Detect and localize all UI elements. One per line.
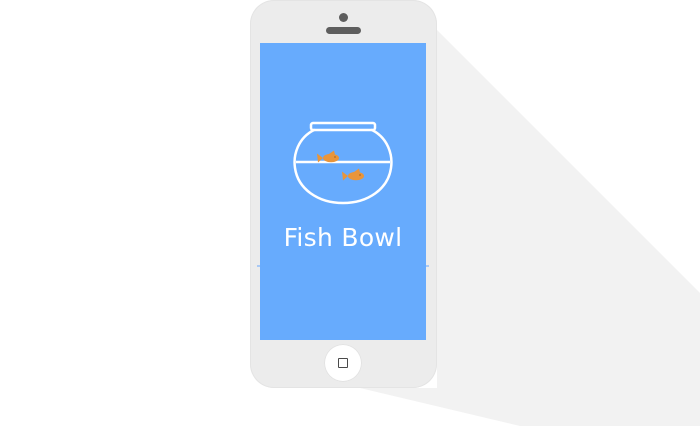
screen-edge-mark-right bbox=[426, 265, 429, 267]
stage: Fish Bowl bbox=[0, 0, 700, 426]
screen-edge-mark-left bbox=[257, 265, 260, 267]
app-title: Fish Bowl bbox=[283, 223, 403, 252]
goldfish-1-icon bbox=[317, 150, 339, 163]
camera-dot-icon bbox=[339, 13, 348, 22]
app-screen[interactable]: Fish Bowl bbox=[257, 43, 429, 340]
goldfish-2-icon bbox=[342, 168, 364, 181]
fish-bowl-icon bbox=[293, 121, 393, 205]
speaker-slot-icon bbox=[326, 27, 361, 34]
phone-device: Fish Bowl bbox=[250, 0, 437, 388]
home-square-icon bbox=[338, 358, 348, 368]
home-button[interactable] bbox=[324, 344, 362, 382]
